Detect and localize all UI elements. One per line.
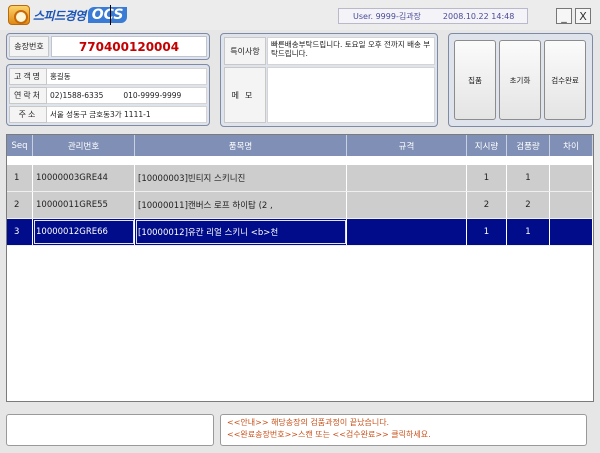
complete-inspection-button[interactable]: 검수완료 <box>544 40 586 120</box>
barcode-scan-input[interactable] <box>6 414 214 446</box>
row-code: 10000011GRE55 <box>33 192 135 218</box>
row-diff <box>550 165 593 191</box>
header-diff[interactable]: 차이 <box>550 135 593 156</box>
current-datetime: 2008.10.22 14:48 <box>442 11 515 21</box>
table-header: Seq 관리번호 품목명 규격 지시량 검품량 차이 <box>7 135 593 156</box>
header-checked[interactable]: 검품량 <box>507 135 550 156</box>
row-name: [10000012]유칸 리얼 스키니 <b>천 <box>135 219 347 245</box>
row-ordered: 2 <box>467 192 507 218</box>
row-ordered: 1 <box>467 165 507 191</box>
customer-phone2: 010-9999-9999 <box>123 91 182 100</box>
minimize-button[interactable]: _ <box>556 8 572 24</box>
row-name: [10000011]캔버스 로프 하이탑 (2 , <box>135 192 347 218</box>
customer-address-value: 서울 성동구 금호동3가 1111-1 <box>47 106 207 123</box>
row-spec <box>347 219 467 245</box>
header-name[interactable]: 품목명 <box>135 135 347 156</box>
row-checked: 2 <box>507 192 550 218</box>
customer-address-label: 주소 <box>9 106 47 123</box>
header-seq[interactable]: Seq <box>7 135 33 156</box>
customer-address-row: 주소 서울 성동구 금호동3가 1111-1 <box>9 106 207 124</box>
customer-panel: 고객명 홍길동 연락처 02)1588-6335 010-9999-9999 주… <box>6 64 210 126</box>
user-name: User. 9999-김과장 <box>353 11 421 21</box>
row-spec <box>347 165 467 191</box>
notes-panel: 특이사항 빠른배송부탁드립니다. 토요일 오후 전까지 배송 부탁드립니다. 메… <box>220 33 438 127</box>
table-row-selected[interactable]: 3 10000012GRE66 [10000012]유칸 리얼 스키니 <b>천… <box>7 219 593 246</box>
customer-phone1: 02)1588-6335 <box>50 91 104 100</box>
items-table: Seq 관리번호 품목명 규격 지시량 검품량 차이 1 10000003GRE… <box>6 134 594 402</box>
row-name: [10000003]빈티지 스키니진 <box>135 165 347 191</box>
order-number-value: 770400120004 <box>51 36 207 57</box>
row-code: 10000003GRE44 <box>33 165 135 191</box>
header-code[interactable]: 관리번호 <box>33 135 135 156</box>
status-message-line1: <<안내>> 해당송장의 검품과정이 끝났습니다. <box>227 418 390 427</box>
row-seq: 2 <box>7 192 33 218</box>
customer-contact-row: 연락처 02)1588-6335 010-9999-9999 <box>9 87 207 105</box>
special-notes-value: 빠른배송부탁드립니다. 토요일 오후 전까지 배송 부탁드립니다. <box>267 37 435 65</box>
customer-name-value: 홍길동 <box>47 68 207 85</box>
row-ordered: 1 <box>467 219 507 245</box>
row-seq: 3 <box>7 219 33 245</box>
header-spec[interactable]: 규격 <box>347 135 467 156</box>
header-ordered[interactable]: 지시량 <box>467 135 507 156</box>
logo-suffix: OCS <box>87 7 128 23</box>
memo-label: 메모 <box>224 67 266 123</box>
logo-icon <box>8 5 30 25</box>
logo-text: 스피드경영 <box>33 8 86 23</box>
customer-contact-value: 02)1588-6335 010-9999-9999 <box>47 87 207 104</box>
row-diff <box>550 192 593 218</box>
row-checked: 1 <box>507 165 550 191</box>
special-notes-label: 특이사항 <box>224 37 266 65</box>
row-diff <box>550 219 593 245</box>
reset-button[interactable]: 초기화 <box>499 40 541 120</box>
user-info-bar: User. 9999-김과장 2008.10.22 14:48 <box>338 8 528 24</box>
row-seq: 1 <box>7 165 33 191</box>
memo-field[interactable] <box>267 67 435 123</box>
minimize-icon: _ <box>561 9 567 23</box>
status-message-line2: <<완료송장번호>>스캔 또는 <<검수완료>> 클릭하세요. <box>227 430 431 439</box>
order-number-label: 송장번호 <box>9 36 49 57</box>
status-message: <<안내>> 해당송장의 검품과정이 끝났습니다. <<완료송장번호>>스캔 또… <box>220 414 587 446</box>
row-checked: 1 <box>507 219 550 245</box>
row-spec <box>347 192 467 218</box>
order-number-panel: 송장번호 770400120004 <box>6 33 210 60</box>
table-row[interactable]: 1 10000003GRE44 [10000003]빈티지 스키니진 1 1 <box>7 165 593 192</box>
close-icon: X <box>579 9 587 23</box>
row-code: 10000012GRE66 <box>33 219 135 245</box>
customer-name-label: 고객명 <box>9 68 47 85</box>
action-panel: 집품 초기화 검수완료 <box>448 33 593 127</box>
customer-name-row: 고객명 홍길동 <box>9 68 207 86</box>
text-cursor <box>110 5 111 25</box>
pick-button[interactable]: 집품 <box>454 40 496 120</box>
table-row[interactable]: 2 10000011GRE55 [10000011]캔버스 로프 하이탑 (2 … <box>7 192 593 219</box>
customer-contact-label: 연락처 <box>9 87 47 104</box>
close-button[interactable]: X <box>575 8 591 24</box>
